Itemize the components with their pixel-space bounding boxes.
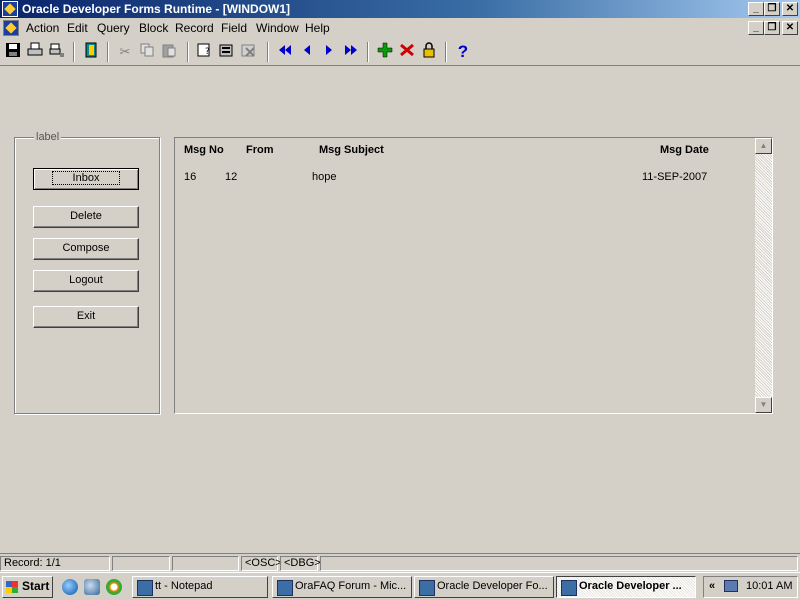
toolbar-separator [187,42,189,62]
media-player-icon[interactable] [106,579,122,595]
save-icon[interactable] [3,42,23,62]
paste-icon[interactable] [159,42,179,62]
window-title: Oracle Developer Forms Runtime - [WINDOW… [22,2,291,16]
scroll-up-arrow-icon[interactable]: ▲ [755,138,772,154]
menu-edit[interactable]: Edit [67,21,88,35]
status-message-area [320,556,798,571]
execute-query-icon[interactable] [217,42,237,62]
column-header-msg-no: Msg No [184,144,224,156]
dbg-indicator: <DBG> [280,556,321,571]
menu-window[interactable]: Window [256,21,299,35]
help-icon[interactable]: ? [453,42,473,62]
message-list[interactable]: Msg No From Msg Subject Msg Date 16 12 h… [174,137,773,414]
menu-field[interactable]: Field [221,21,247,35]
row-subject[interactable]: hope [312,171,336,183]
column-header-from: From [246,144,274,156]
minimize-button[interactable]: _ [748,2,764,16]
exit-icon[interactable] [81,42,101,62]
exit-button[interactable]: Exit [33,306,139,328]
system-tray: « 10:01 AM [703,576,798,598]
network-icon[interactable] [724,580,738,592]
restore-button[interactable]: ❐ [764,2,780,16]
row-from[interactable]: 12 [225,171,237,183]
toolbar-separator [367,42,369,62]
frame-label: label [34,131,62,143]
menu-action[interactable]: Action [26,21,59,35]
status-bar: Record: 1/1 <OSC> <DBG> [0,553,800,571]
menu-block[interactable]: Block [139,21,168,35]
lock-record-icon[interactable] [419,42,439,62]
scroll-down-arrow-icon[interactable]: ▼ [755,397,772,413]
taskbar-item-oracle-developer-1[interactable]: Oracle Developer Fo... [414,576,554,598]
column-header-msg-subject: Msg Subject [319,144,384,156]
cut-icon[interactable]: ✂ [115,42,135,62]
print-icon[interactable] [25,42,45,62]
inbox-button[interactable]: Inbox [33,168,139,190]
print-setup-icon[interactable] [47,42,67,62]
delete-record-icon[interactable] [397,42,417,62]
last-record-icon[interactable] [341,42,361,62]
next-record-icon[interactable] [319,42,339,62]
taskbar-item-oracle-developer-2[interactable]: Oracle Developer ... [556,576,696,598]
clock[interactable]: 10:01 AM [746,577,792,596]
logout-button[interactable]: Logout [33,270,139,292]
tray-expand-chevron-icon[interactable]: « [709,577,715,596]
column-header-msg-date: Msg Date [660,144,709,156]
taskbar: Start tt - Notepad OraFAQ Forum - Mic...… [0,572,800,600]
enter-query-icon[interactable]: ? [195,42,215,62]
menu-help[interactable]: Help [305,21,330,35]
row-msg-no[interactable]: 16 [184,171,196,183]
row-msg-date[interactable]: 11-SEP-2007 [642,171,707,183]
close-button[interactable]: ✕ [782,2,798,16]
status-field-2 [172,556,239,571]
menu-record[interactable]: Record [175,21,214,35]
toolbar-separator [267,42,269,62]
toolbar: ✂ ? ? [0,38,800,66]
vertical-scrollbar[interactable]: ▲ ▼ [755,138,772,413]
osc-indicator: <OSC> [241,556,282,571]
child-restore-button[interactable]: ❐ [764,21,780,35]
oracle-forms-app-icon[interactable] [2,1,18,17]
document-window-icon[interactable] [3,20,19,36]
delete-button[interactable]: Delete [33,206,139,228]
cancel-query-icon[interactable] [239,42,259,62]
toolbar-separator [73,42,75,62]
copy-icon[interactable] [137,42,157,62]
menu-bar: Action Edit Query Block Record Field Win… [0,18,800,38]
internet-explorer-icon[interactable] [62,579,78,595]
svg-text:?: ? [205,47,210,57]
child-close-button[interactable]: ✕ [782,21,798,35]
first-record-icon[interactable] [275,42,295,62]
child-minimize-button[interactable]: _ [748,21,764,35]
insert-record-icon[interactable] [375,42,395,62]
inbox-button-label: Inbox [51,171,121,185]
record-indicator: Record: 1/1 [0,556,110,571]
previous-record-icon[interactable] [297,42,317,62]
show-desktop-icon[interactable] [84,579,100,595]
toolbar-separator [445,42,447,62]
toolbar-separator [107,42,109,62]
status-field-1 [112,556,170,571]
title-bar[interactable]: Oracle Developer Forms Runtime - [WINDOW… [0,0,800,18]
compose-button[interactable]: Compose [33,238,139,260]
start-button[interactable]: Start [2,576,53,598]
taskbar-item-notepad[interactable]: tt - Notepad [132,576,268,598]
menu-query[interactable]: Query [97,21,130,35]
taskbar-item-orafaq-forum[interactable]: OraFAQ Forum - Mic... [272,576,412,598]
